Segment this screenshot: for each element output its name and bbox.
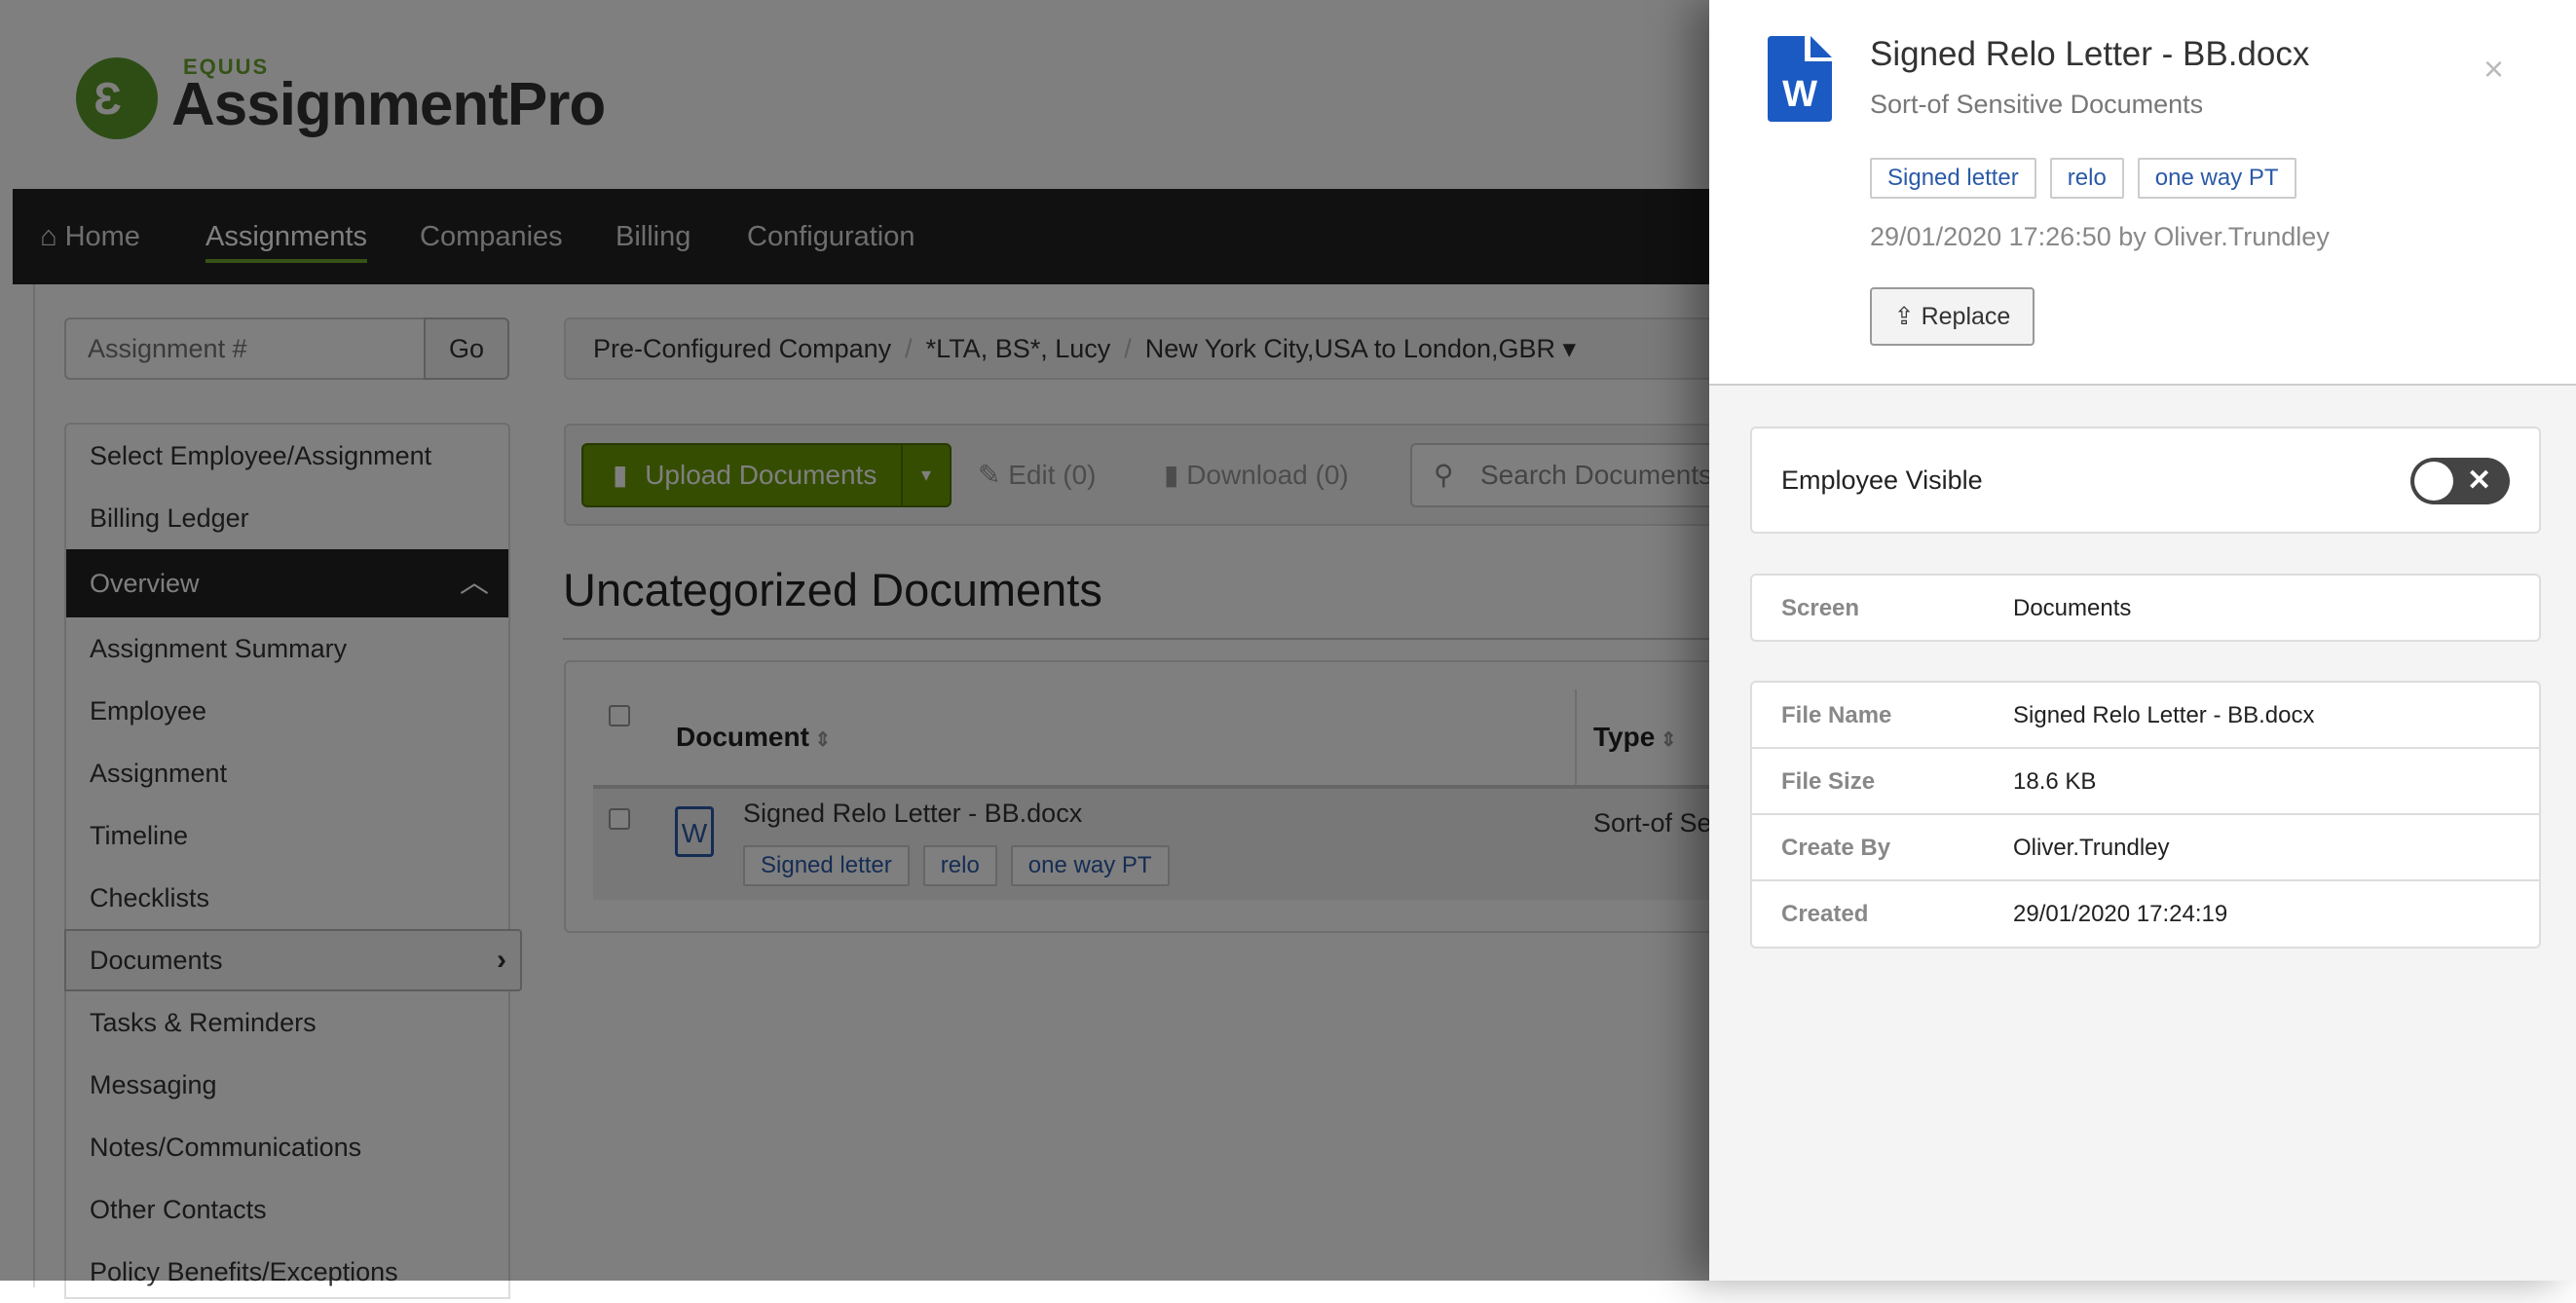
panel-subtitle: Sort-of Sensitive Documents bbox=[1870, 90, 2204, 119]
employee-visible-card: Employee Visible ✕ bbox=[1750, 427, 2541, 534]
panel-title: Signed Relo Letter - BB.docx bbox=[1870, 35, 2310, 73]
tag: relo bbox=[2049, 158, 2124, 199]
detail-row-created: Created 29/01/2020 17:24:19 bbox=[1781, 901, 2228, 927]
employee-visible-toggle[interactable]: ✕ bbox=[2410, 458, 2510, 504]
close-icon[interactable]: × bbox=[2483, 49, 2504, 90]
detail-row-create-by: Create By Oliver.Trundley bbox=[1752, 815, 2539, 881]
svg-text:W: W bbox=[1782, 74, 1817, 115]
toggle-knob bbox=[2414, 462, 2453, 501]
panel-tags: Signed letter relo one way PT bbox=[1870, 158, 2310, 199]
panel-header: W Signed Relo Letter - BB.docx Sort-of S… bbox=[1709, 0, 2576, 386]
modified-info: 29/01/2020 17:26:50 by Oliver.Trundley bbox=[1870, 222, 2330, 251]
modal-backdrop[interactable] bbox=[0, 0, 1709, 1281]
employee-visible-label: Employee Visible bbox=[1781, 465, 1983, 495]
detail-row-file-name: File Name Signed Relo Letter - BB.docx bbox=[1752, 683, 2539, 749]
file-details-card: File Name Signed Relo Letter - BB.docx Fi… bbox=[1750, 681, 2541, 949]
document-detail-panel: W Signed Relo Letter - BB.docx Sort-of S… bbox=[1709, 0, 2576, 1281]
screen-card: Screen Documents bbox=[1750, 574, 2541, 642]
tag: Signed letter bbox=[1870, 158, 2036, 199]
replace-button[interactable]: ⇪ Replace bbox=[1870, 287, 2035, 346]
tag: one way PT bbox=[2137, 158, 2296, 199]
word-file-icon: W bbox=[1768, 36, 1832, 122]
detail-row-file-size: File Size 18.6 KB bbox=[1752, 749, 2539, 815]
x-icon: ✕ bbox=[2467, 465, 2492, 497]
screen-row: Screen Documents bbox=[1781, 595, 2132, 621]
upload-icon: ⇪ bbox=[1893, 303, 1922, 330]
